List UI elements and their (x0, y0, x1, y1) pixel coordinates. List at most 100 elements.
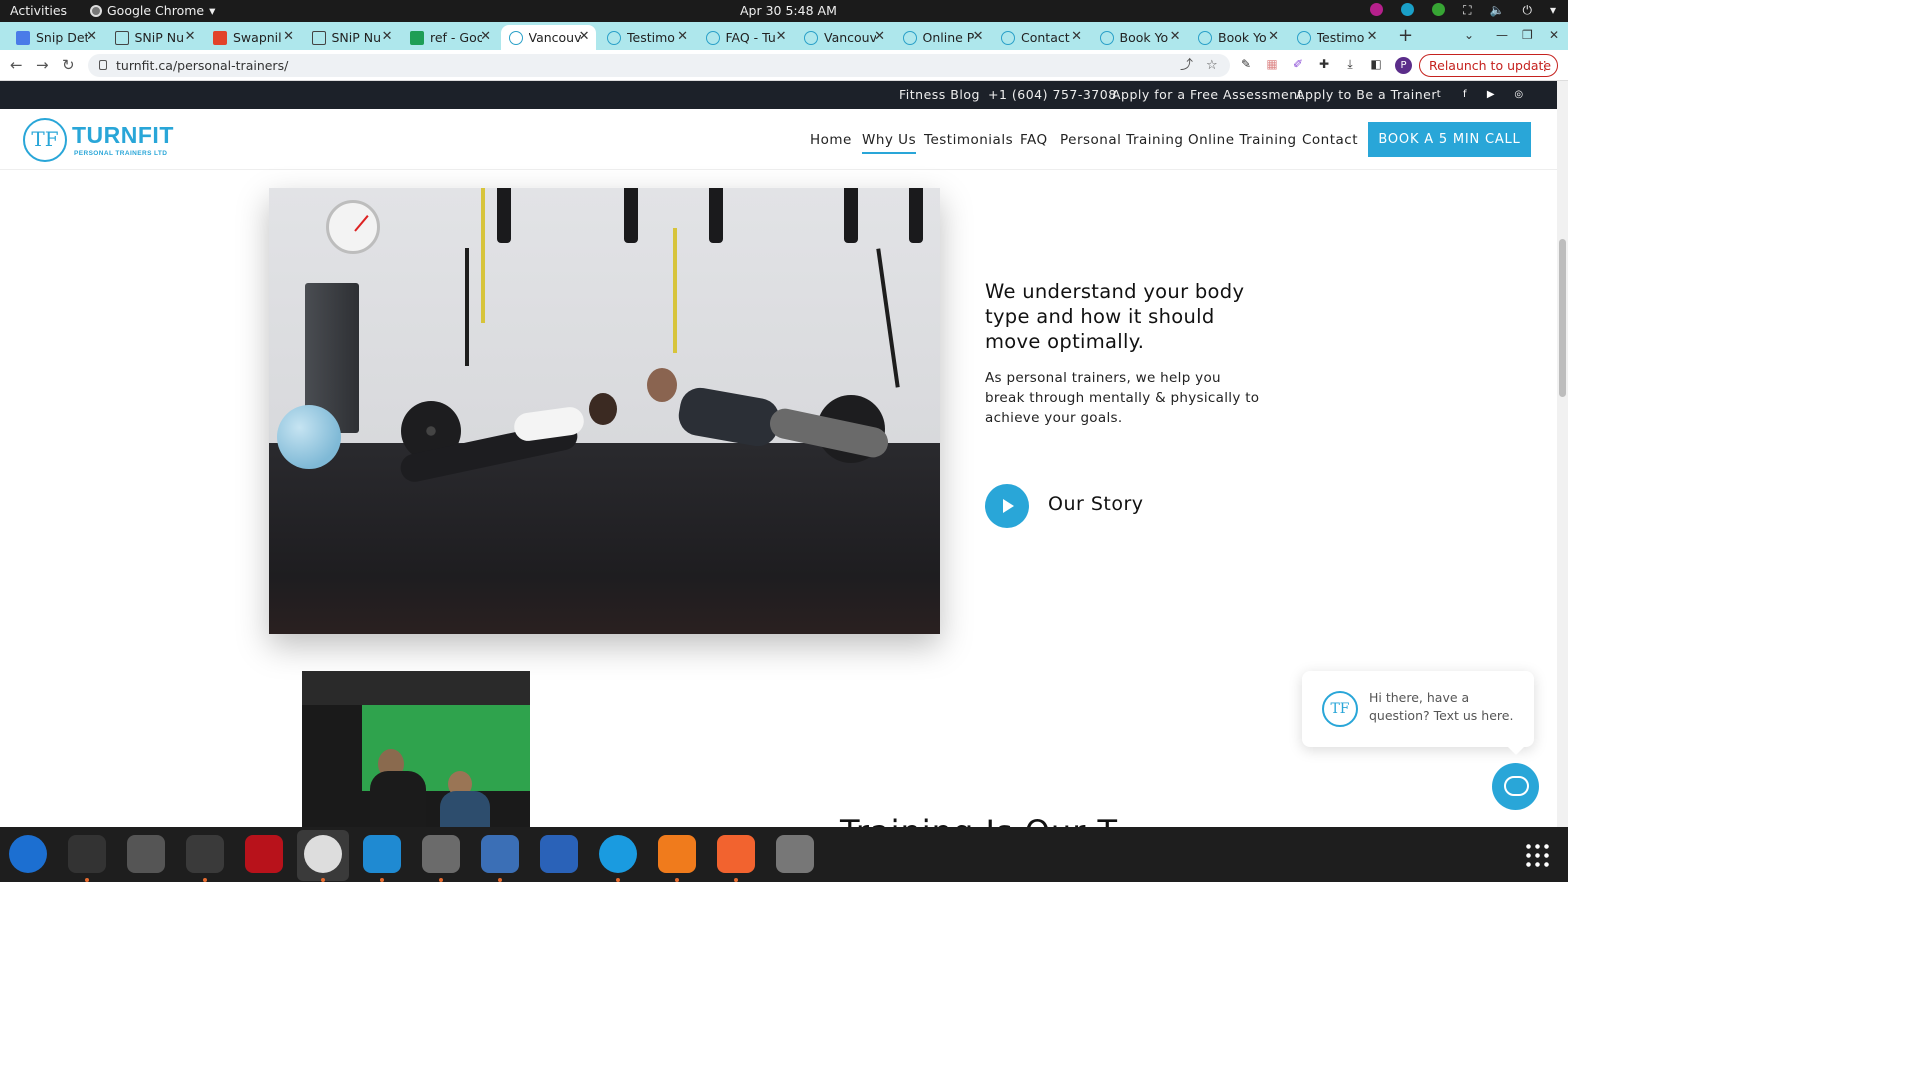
tab-2[interactable]: Swapnil ✕ (205, 25, 300, 50)
nav-personal-training[interactable]: Personal Training (1060, 132, 1183, 148)
free-assessment-link[interactable]: Apply for a Free Assessment (1112, 87, 1303, 102)
turnfit-logo[interactable]: TF TURNFIT PERSONAL TRAINERS LTD (23, 118, 173, 162)
tab-1[interactable]: SNiP Nu ✕ (107, 25, 202, 50)
back-icon[interactable]: ← (10, 56, 23, 74)
close-tab-icon[interactable]: ✕ (283, 29, 294, 44)
scrollbar-track[interactable] (1557, 81, 1568, 827)
skype-icon[interactable] (599, 835, 637, 882)
address-bar[interactable]: turnfit.ca/personal-trainers/ ⤴ ☆ (88, 54, 1230, 77)
chat-bubble-icon[interactable] (1492, 763, 1539, 810)
tab-13[interactable]: Testimo ✕ (1289, 25, 1384, 50)
bookmark-star-icon[interactable]: ☆ (1206, 54, 1218, 77)
tab-7[interactable]: FAQ - Tu ✕ (698, 25, 793, 50)
minimize-icon[interactable]: — (1496, 28, 1508, 42)
app-menu[interactable]: Google Chrome ▾ (90, 3, 215, 18)
vscode-icon[interactable] (363, 835, 401, 882)
pen-extension-icon[interactable]: ✐ (1291, 57, 1305, 71)
tab-0[interactable]: Snip Det ✕ (8, 25, 103, 50)
tab-10[interactable]: Contact ✕ (993, 25, 1088, 50)
tray-app-icon[interactable] (1370, 3, 1384, 16)
relaunch-button[interactable]: Relaunch to update ⋮ (1419, 54, 1558, 77)
download-icon[interactable]: ⤓ (1343, 57, 1357, 71)
tab-3[interactable]: SNiP Nu ✕ (304, 25, 399, 50)
tab-12[interactable]: Book Yo ✕ (1190, 25, 1285, 50)
tab-11[interactable]: Book Yo ✕ (1092, 25, 1187, 50)
facebook-icon[interactable]: f (1459, 89, 1471, 101)
side-panel-icon[interactable]: ◧ (1369, 57, 1383, 71)
close-tab-icon[interactable]: ✕ (1071, 29, 1082, 44)
activities-button[interactable]: Activities (10, 3, 67, 18)
close-tab-icon[interactable]: ✕ (776, 29, 787, 44)
forward-icon[interactable]: → (36, 56, 49, 74)
nav-online-training[interactable]: Online Training (1188, 132, 1297, 148)
network-icon[interactable]: ⛶ (1463, 3, 1471, 18)
calendar-extension-icon[interactable]: ▦ (1265, 57, 1279, 71)
nav-testimonials[interactable]: Testimonials (924, 132, 1013, 148)
thunderbird-icon[interactable] (9, 835, 47, 873)
nav-contact[interactable]: Contact (1302, 132, 1358, 148)
nav-home[interactable]: Home (810, 132, 852, 148)
volume-icon[interactable]: 🔈 (1490, 3, 1505, 18)
close-tab-icon[interactable]: ✕ (874, 29, 885, 44)
more-menu-icon[interactable]: ⋮ (1539, 55, 1552, 76)
terminal-icon[interactable] (68, 835, 106, 882)
disk-app-icon[interactable] (776, 835, 814, 873)
chat-message[interactable]: Hi there, have a question? Text us here. (1369, 689, 1519, 725)
tab-4[interactable]: ref - Goo ✕ (402, 25, 497, 50)
twitter-icon[interactable]: t (1433, 89, 1445, 101)
text-editor-icon[interactable] (481, 835, 519, 882)
close-tab-icon[interactable]: ✕ (86, 29, 97, 44)
tray-sync-icon[interactable] (1401, 3, 1415, 16)
lock-icon[interactable] (99, 60, 107, 70)
power-icon[interactable]: ⏻ (1522, 3, 1532, 18)
fire-app-icon[interactable] (658, 835, 696, 882)
scrollbar-thumb[interactable] (1559, 239, 1566, 397)
restore-icon[interactable]: ❐ (1522, 28, 1533, 42)
close-tab-icon[interactable]: ✕ (973, 29, 984, 44)
tray-check-icon[interactable] (1432, 3, 1446, 16)
play-icon[interactable] (985, 484, 1029, 528)
show-apps-icon[interactable] (1524, 842, 1550, 868)
close-tab-icon[interactable]: ✕ (185, 29, 196, 44)
chevron-down-icon[interactable]: ▾ (1550, 3, 1556, 18)
nav-faq[interactable]: FAQ (1020, 132, 1048, 148)
filezilla-icon[interactable] (245, 835, 283, 873)
clock[interactable]: Apr 30 5:48 AM (740, 3, 837, 18)
close-tab-icon[interactable]: ✕ (382, 29, 393, 44)
eyedropper-icon[interactable]: ✎ (1239, 57, 1253, 71)
tab-search-icon[interactable]: ⌄ (1464, 28, 1474, 42)
tab-5[interactable]: Vancouv ✕ (500, 25, 596, 50)
close-tab-icon[interactable]: ✕ (1367, 29, 1378, 44)
close-tab-icon[interactable]: ✕ (677, 29, 688, 44)
close-tab-icon[interactable]: ✕ (480, 29, 491, 44)
nav-why-us[interactable]: Why Us (862, 132, 917, 154)
new-tab-button[interactable]: + (1398, 25, 1413, 46)
chrome-icon[interactable] (304, 835, 342, 882)
close-tab-icon[interactable]: ✕ (1170, 29, 1181, 44)
url-text[interactable]: turnfit.ca/personal-trainers/ (116, 58, 288, 73)
reload-icon[interactable]: ↻ (62, 56, 75, 74)
libreoffice-writer-icon[interactable] (540, 835, 578, 873)
pen-app-icon[interactable] (717, 835, 755, 882)
tab-6[interactable]: Testimo ✕ (599, 25, 694, 50)
phone-link[interactable]: +1 (604) 757-3708 (988, 87, 1117, 102)
system-tray[interactable]: ⛶ 🔈 ⏻ ▾ (1370, 3, 1556, 18)
tab-9[interactable]: Online P ✕ (895, 25, 990, 50)
close-tab-icon[interactable]: ✕ (1268, 29, 1279, 44)
fitness-blog-link[interactable]: Fitness Blog (899, 87, 980, 102)
instagram-icon[interactable]: ◎ (1513, 89, 1525, 101)
share-icon[interactable]: ⤴ (1180, 54, 1193, 77)
apply-trainer-link[interactable]: Apply to Be a Trainer (1296, 87, 1437, 102)
extensions-icon[interactable]: ✚ (1317, 57, 1331, 71)
tab-8[interactable]: Vancouv ✕ (796, 25, 891, 50)
chat-popup[interactable]: TF Hi there, have a question? Text us he… (1302, 671, 1534, 755)
close-window-icon[interactable]: ✕ (1549, 28, 1559, 42)
files-icon[interactable] (422, 835, 460, 882)
book-call-button[interactable]: BOOK A 5 MIN CALL (1368, 122, 1531, 157)
profile-avatar[interactable]: P (1395, 57, 1412, 74)
youtube-icon[interactable]: ▶ (1485, 89, 1497, 101)
calculator-icon[interactable] (127, 835, 165, 873)
close-tab-icon[interactable]: ✕ (579, 29, 590, 44)
our-story-link[interactable]: Our Story (1048, 493, 1144, 515)
system-monitor-icon[interactable] (186, 835, 224, 882)
